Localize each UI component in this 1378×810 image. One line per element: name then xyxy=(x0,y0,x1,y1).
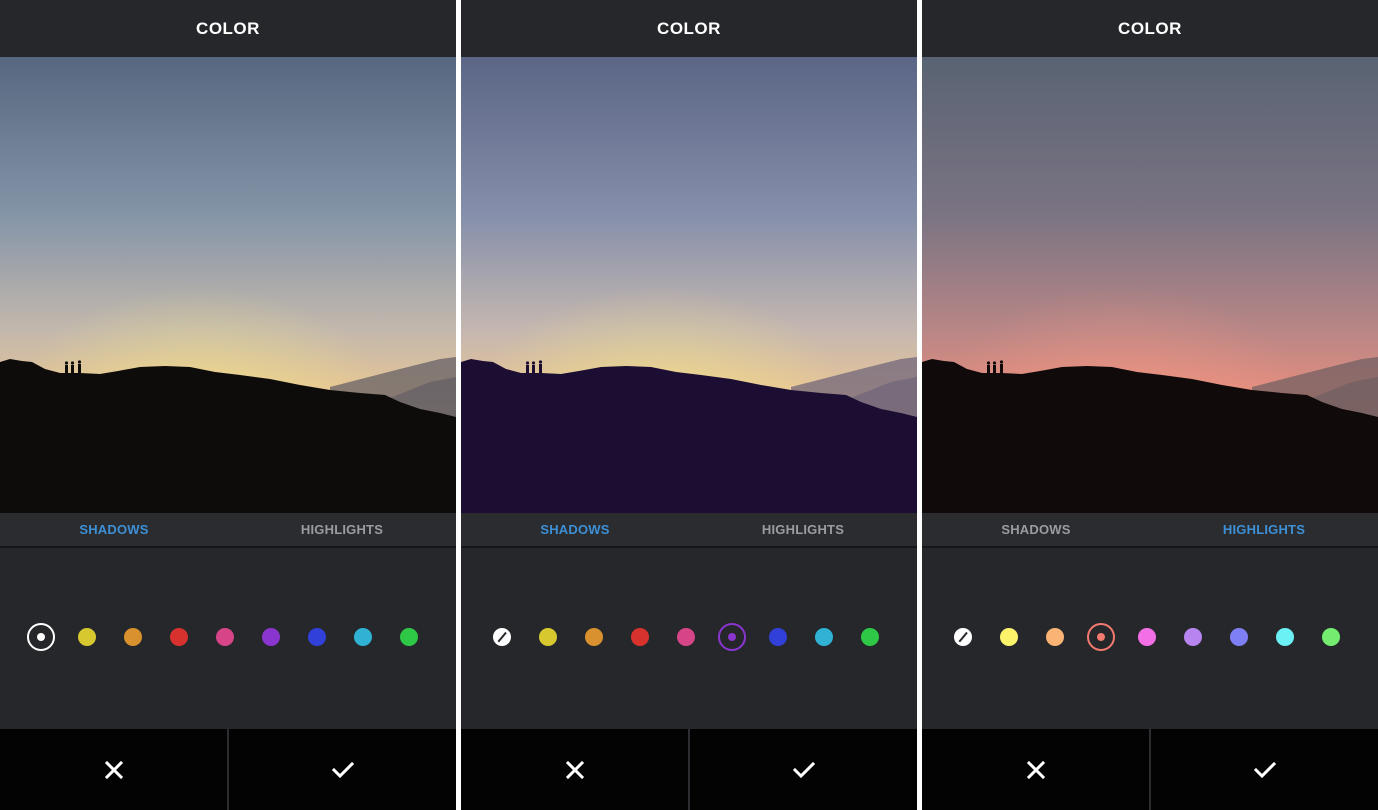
swatch-blue[interactable] xyxy=(1230,628,1248,646)
confirm-button[interactable] xyxy=(229,729,456,810)
swatch-orange[interactable] xyxy=(124,628,142,646)
color-editor-panel-shadows-purple: COLOR SHADOWS HIGHLIGHTS xyxy=(461,0,917,810)
sunset-photo xyxy=(922,57,1378,513)
hikers-silhouette xyxy=(986,360,1004,375)
swatch-yellow[interactable] xyxy=(1000,628,1018,646)
close-icon xyxy=(565,760,584,779)
swatch-yellow[interactable] xyxy=(78,628,96,646)
no-color-slash-icon xyxy=(497,631,507,643)
header: COLOR xyxy=(461,0,917,57)
tab-highlights[interactable]: HIGHLIGHTS xyxy=(689,513,917,546)
swatch-purple[interactable] xyxy=(262,628,280,646)
selected-indicator-dot xyxy=(37,633,45,641)
sunset-photo xyxy=(0,57,456,513)
swatch-green[interactable] xyxy=(861,628,879,646)
action-bar xyxy=(922,729,1378,810)
swatch-area xyxy=(922,548,1378,729)
swatch-none[interactable] xyxy=(954,628,972,646)
photo-preview xyxy=(922,57,1378,513)
tone-tabs: SHADOWS HIGHLIGHTS xyxy=(0,513,456,548)
color-editor-panel-highlights-red: COLOR SHADOWS HIGHLIGHTS xyxy=(922,0,1378,810)
action-bar xyxy=(0,729,456,810)
swatch-purple[interactable] xyxy=(718,623,746,651)
check-icon xyxy=(792,761,815,778)
tab-shadows[interactable]: SHADOWS xyxy=(461,513,689,546)
swatch-red[interactable] xyxy=(170,628,188,646)
tab-highlights[interactable]: HIGHLIGHTS xyxy=(1150,513,1378,546)
swatch-cyan[interactable] xyxy=(815,628,833,646)
swatch-purple[interactable] xyxy=(1184,628,1202,646)
no-color-slash-icon xyxy=(958,631,968,643)
hikers-silhouette xyxy=(64,360,82,375)
swatch-red[interactable] xyxy=(631,628,649,646)
tone-tabs: SHADOWS HIGHLIGHTS xyxy=(922,513,1378,548)
action-bar xyxy=(461,729,917,810)
color-swatches xyxy=(922,622,1378,652)
swatch-cyan[interactable] xyxy=(1276,628,1294,646)
header: COLOR xyxy=(922,0,1378,57)
photo-preview xyxy=(0,57,456,513)
color-editor-panel-shadows-none: COLOR SHADOWS HIGHLIGHTS xyxy=(0,0,456,810)
swatch-green[interactable] xyxy=(400,628,418,646)
tab-shadows[interactable]: SHADOWS xyxy=(0,513,228,546)
cancel-button[interactable] xyxy=(461,729,688,810)
swatch-orange[interactable] xyxy=(1046,628,1064,646)
cancel-button[interactable] xyxy=(922,729,1149,810)
swatch-blue[interactable] xyxy=(308,628,326,646)
color-swatches xyxy=(0,622,456,652)
swatch-pink[interactable] xyxy=(216,628,234,646)
swatch-area xyxy=(461,548,917,729)
photo-preview xyxy=(461,57,917,513)
tone-tabs: SHADOWS HIGHLIGHTS xyxy=(461,513,917,548)
page-title: COLOR xyxy=(657,18,721,38)
swatch-green[interactable] xyxy=(1322,628,1340,646)
swatch-blue[interactable] xyxy=(769,628,787,646)
close-icon xyxy=(104,760,123,779)
swatch-red[interactable] xyxy=(1087,623,1115,651)
cancel-button[interactable] xyxy=(0,729,227,810)
tab-shadows[interactable]: SHADOWS xyxy=(922,513,1150,546)
confirm-button[interactable] xyxy=(690,729,917,810)
hikers-silhouette xyxy=(525,360,543,375)
check-icon xyxy=(1253,761,1276,778)
swatch-cyan[interactable] xyxy=(354,628,372,646)
selected-indicator-dot xyxy=(1097,633,1105,641)
confirm-button[interactable] xyxy=(1151,729,1378,810)
swatch-orange[interactable] xyxy=(585,628,603,646)
tab-highlights[interactable]: HIGHLIGHTS xyxy=(228,513,456,546)
swatch-yellow[interactable] xyxy=(539,628,557,646)
page-title: COLOR xyxy=(1118,18,1182,38)
swatch-none[interactable] xyxy=(493,628,511,646)
page-title: COLOR xyxy=(196,18,260,38)
check-icon xyxy=(331,761,354,778)
swatch-none[interactable] xyxy=(27,623,55,651)
color-swatches xyxy=(461,622,917,652)
swatch-pink[interactable] xyxy=(1138,628,1156,646)
sunset-photo xyxy=(461,57,917,513)
selected-indicator-dot xyxy=(728,633,736,641)
header: COLOR xyxy=(0,0,456,57)
swatch-pink[interactable] xyxy=(677,628,695,646)
swatch-area xyxy=(0,548,456,729)
close-icon xyxy=(1026,760,1045,779)
